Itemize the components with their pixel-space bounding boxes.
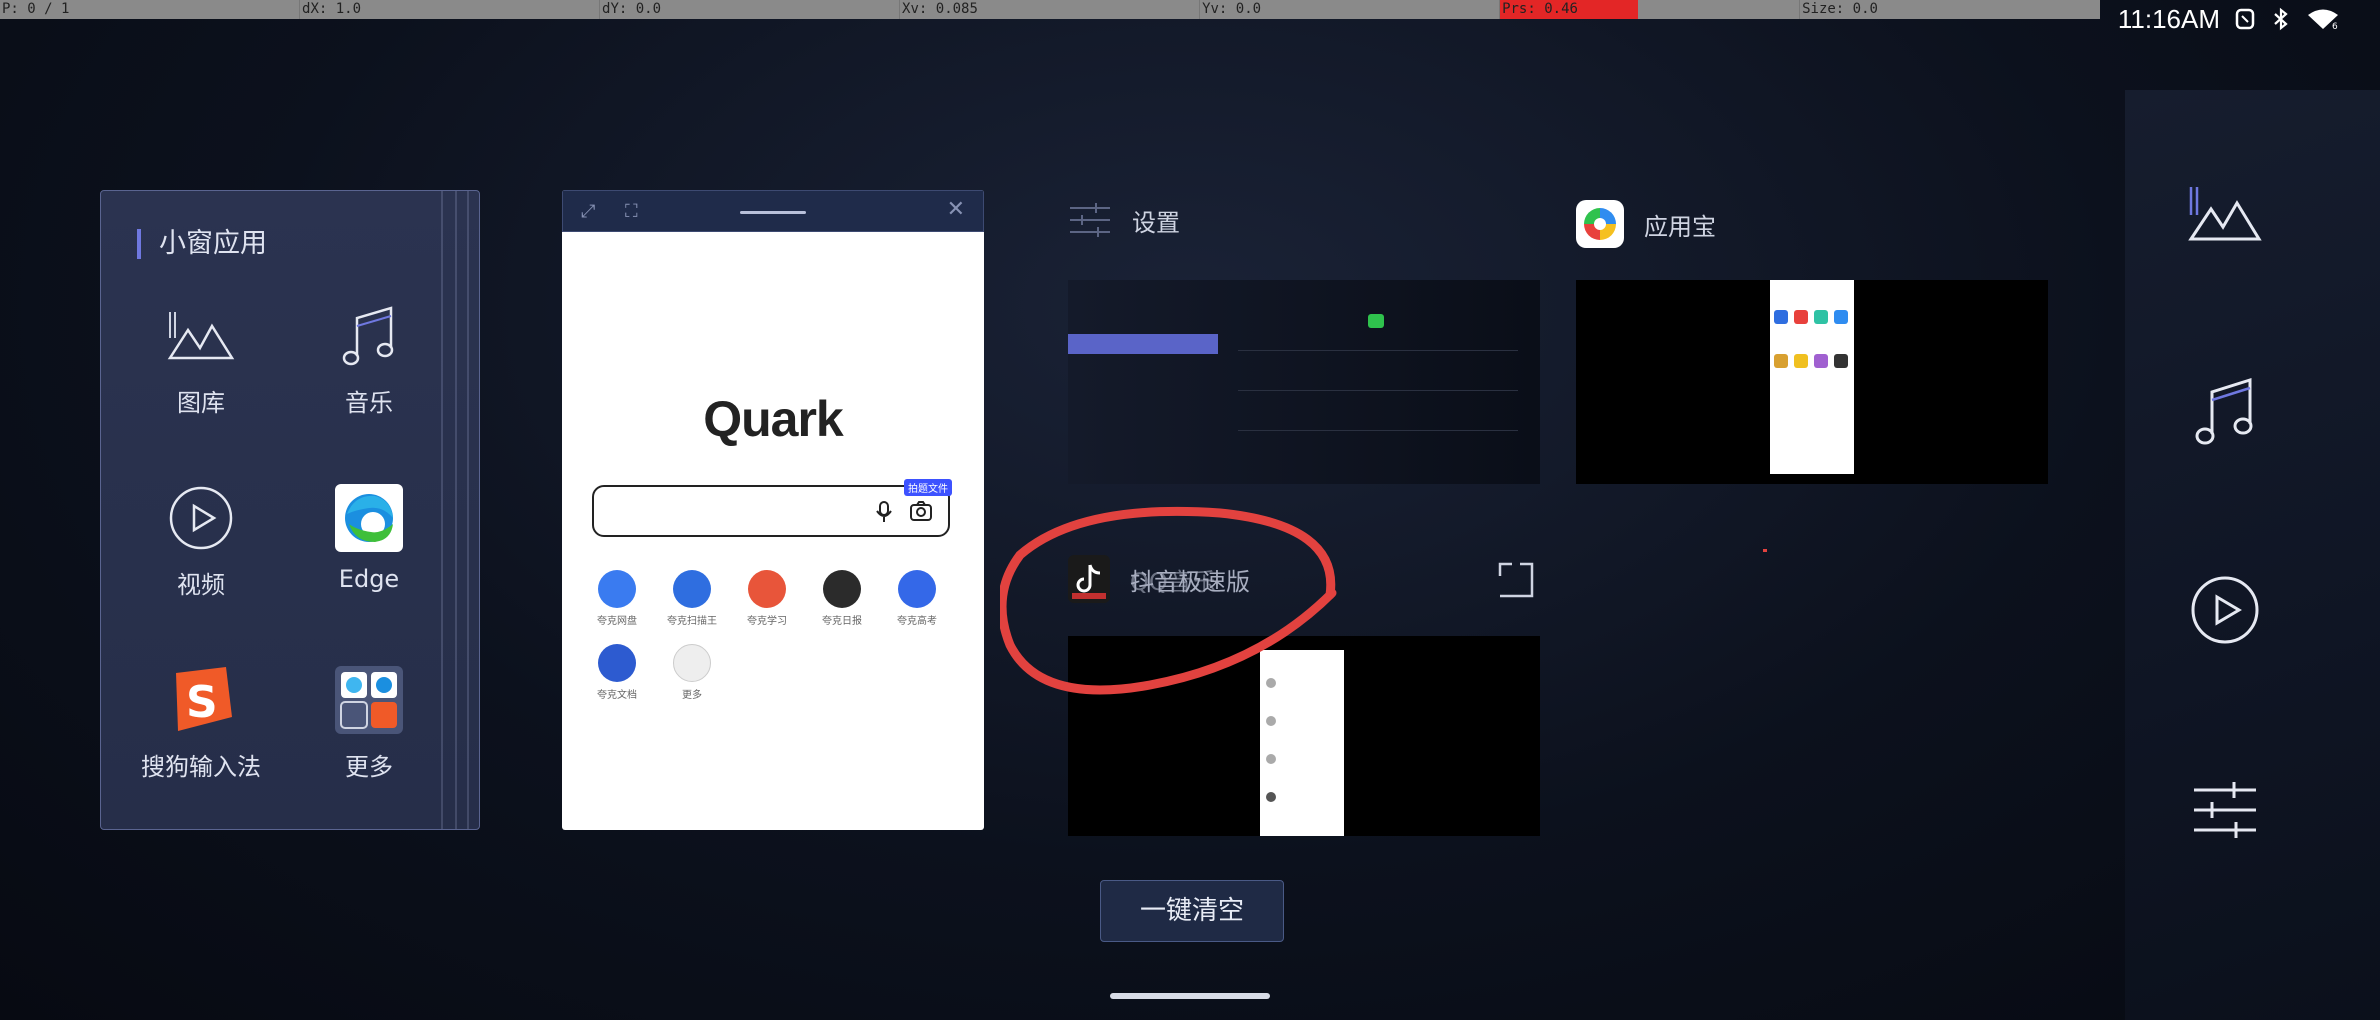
app-music[interactable]: 音乐: [299, 301, 439, 418]
quark-app[interactable]: 夸克学习: [732, 570, 802, 627]
small-window-apps-panel: 小窗应用 图库 音乐 视频 Edge S 搜狗输入法 更多: [100, 190, 480, 830]
app-gallery-label: 图库: [177, 389, 225, 417]
quark-app-label: 夸克高考: [897, 616, 937, 627]
gallery-icon: [2188, 187, 2262, 241]
app-video[interactable]: 视频: [131, 483, 271, 600]
divider: [1238, 350, 1518, 351]
clear-all-button[interactable]: 一键清空: [1100, 880, 1284, 942]
microphone-icon[interactable]: [876, 501, 892, 523]
quark-app-label: 夸克扫描王: [667, 616, 717, 627]
quark-logo: Quark: [703, 391, 844, 447]
video-icon: [2191, 576, 2259, 644]
recent-card-yingyongbao-header[interactable]: 应用宝: [1576, 200, 1716, 248]
quark-app[interactable]: 夸克日报: [807, 570, 877, 627]
quark-drive-icon: [598, 570, 636, 608]
app-edge[interactable]: Edge: [299, 483, 439, 593]
svg-text:6: 6: [2332, 22, 2338, 31]
debug-pointer-count: P: 0 / 1: [0, 0, 301, 19]
expand-icon[interactable]: ⤢: [581, 201, 595, 222]
quark-scan-icon: [673, 570, 711, 608]
right-side-rail: [2125, 90, 2380, 1020]
nfc-icon: [2235, 8, 2255, 30]
quark-app-label: 夸克网盘: [597, 616, 637, 627]
drag-handle[interactable]: [740, 211, 806, 214]
video-icon: [166, 483, 236, 553]
annotation-dot: [1763, 549, 1767, 552]
settings-selected-row: [1068, 334, 1218, 354]
small-window-icon[interactable]: [1498, 562, 1534, 598]
recent-card-yingyongbao-thumbnail[interactable]: [1576, 280, 2048, 484]
quark-search-input[interactable]: 拍题文件: [592, 479, 952, 537]
quark-window-header[interactable]: ⤢ ⛶ ✕: [562, 190, 984, 232]
app-sogou[interactable]: S 搜狗输入法: [131, 665, 271, 782]
app-screenshot: [1770, 280, 1854, 474]
rail-video-button[interactable]: [2180, 565, 2270, 655]
quark-app[interactable]: 夸克文档: [582, 644, 652, 701]
app-gallery[interactable]: 图库: [131, 301, 271, 418]
quark-app-label: 夸克文档: [597, 690, 637, 701]
quark-daily-icon: [823, 570, 861, 608]
quark-app[interactable]: 夸克高考: [882, 570, 952, 627]
sogou-icon: S: [166, 665, 236, 735]
wifi-icon: 6: [2308, 9, 2338, 31]
app-more[interactable]: 更多: [299, 665, 439, 782]
panel-title: 小窗应用: [137, 229, 267, 259]
app-edge-label: Edge: [338, 565, 400, 593]
edge-icon: [334, 483, 404, 553]
pressure-label: Prs: 0.46: [1502, 1, 1578, 17]
more-icon: [673, 644, 711, 682]
debug-dy: dY: 0.0: [600, 0, 901, 19]
status-bar: 11:16AM 6: [2118, 0, 2340, 38]
close-icon[interactable]: ✕: [947, 197, 965, 222]
debug-xv: Xv: 0.085: [900, 0, 1201, 19]
rail-music-button[interactable]: [2180, 366, 2270, 456]
debug-dx: dX: 1.0: [300, 0, 601, 19]
pointer-debug-bar: P: 0 / 1 dX: 1.0 dY: 0.0 Xv: 0.085 Yv: 0…: [0, 0, 2100, 19]
quark-gaokao-icon: [898, 570, 936, 608]
recent-card-settings-header[interactable]: 设置: [1068, 200, 1180, 240]
quark-app-label: 夸克学习: [747, 616, 787, 627]
more-apps-icon: [334, 665, 404, 735]
debug-yv: Yv: 0.0: [1200, 0, 1501, 19]
app-music-label: 音乐: [345, 389, 393, 417]
fullscreen-icon[interactable]: ⛶: [625, 201, 638, 222]
rail-gallery-button[interactable]: [2180, 170, 2270, 260]
music-icon: [334, 301, 404, 371]
bluetooth-icon: [2274, 7, 2288, 31]
quark-app[interactable]: 夸克扫描王: [657, 570, 727, 627]
rail-settings-button[interactable]: [2180, 765, 2270, 855]
svg-text:S: S: [186, 677, 218, 728]
music-icon: [2195, 377, 2253, 445]
quark-app[interactable]: 更多: [657, 644, 727, 701]
quark-app-label: 更多: [682, 690, 702, 701]
status-time: 11:16AM: [2117, 3, 2220, 34]
wechat-icon: [1368, 314, 1384, 328]
settings-icon: [1070, 203, 1110, 237]
quark-window[interactable]: ⤢ ⛶ ✕ Quark 拍题文件 夸克网盘 夸克扫描王 夸克学习 夸克日报 夸克…: [562, 190, 984, 830]
quark-docs-icon: [598, 644, 636, 682]
debug-size: Size: 0.0: [1802, 1, 1878, 17]
app-more-label: 更多: [345, 753, 393, 781]
red-circle-annotation: [1000, 506, 1337, 695]
search-badge: 拍题文件: [904, 479, 952, 496]
quark-app[interactable]: 夸克网盘: [582, 570, 652, 627]
divider: [1238, 390, 1518, 391]
recent-card-title: 应用宝: [1644, 212, 1716, 241]
debug-pressure: Prs: 0.46: [1500, 0, 1801, 19]
app-sogou-label: 搜狗输入法: [141, 753, 261, 781]
yingyongbao-icon: [1576, 200, 1624, 248]
home-indicator[interactable]: [1110, 993, 1270, 999]
recent-card-settings-thumbnail[interactable]: [1068, 280, 1540, 484]
app-video-label: 视频: [177, 571, 225, 599]
sliders-icon: [2194, 782, 2256, 838]
camera-icon[interactable]: [910, 501, 932, 521]
gallery-icon: [166, 301, 236, 371]
recent-card-title: 设置: [1132, 208, 1180, 237]
quark-app-label: 夸克日报: [822, 616, 862, 627]
quark-study-icon: [748, 570, 786, 608]
divider: [1238, 430, 1518, 431]
